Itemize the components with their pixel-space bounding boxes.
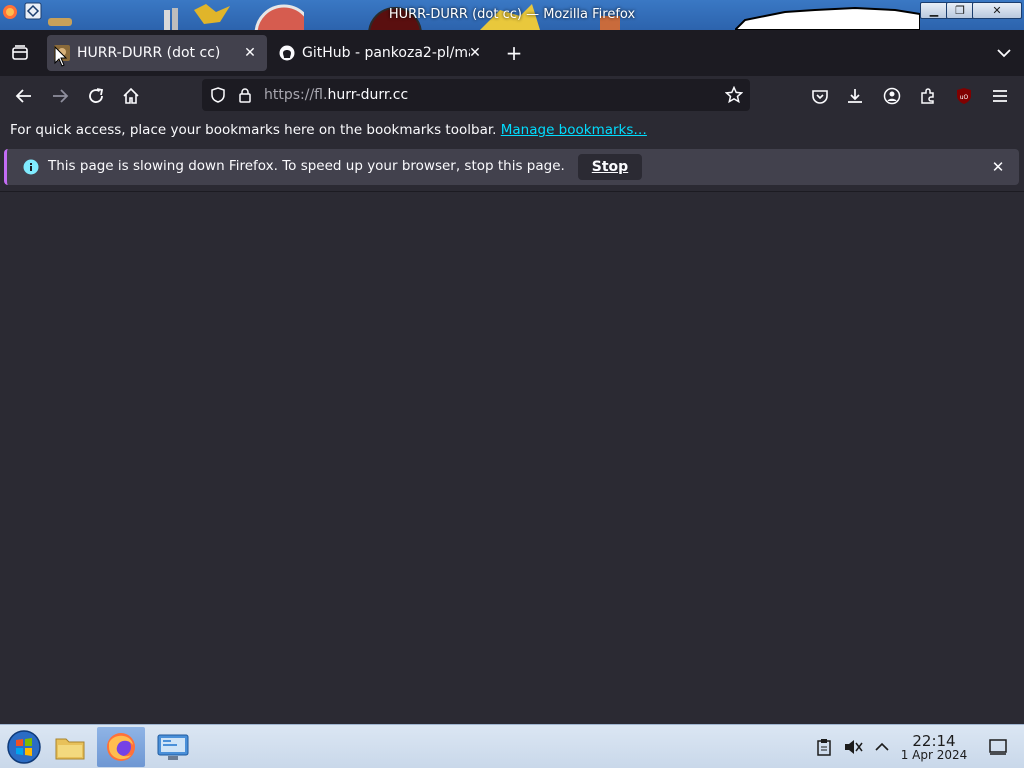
- tab-github[interactable]: GitHub - pankoza2-pl/ma ✕: [272, 35, 490, 71]
- list-all-tabs-button[interactable]: [990, 39, 1018, 67]
- window-titlebar[interactable]: HURR-DURR (dot cc) — Mozilla Firefox ▁ ❐…: [0, 0, 1024, 30]
- new-tab-button[interactable]: +: [500, 39, 528, 67]
- close-window-button[interactable]: ✕: [972, 2, 1022, 19]
- tab-close-button[interactable]: ✕: [241, 44, 259, 62]
- info-icon: [23, 159, 39, 175]
- slow-page-notification: This page is slowing down Firefox. To sp…: [4, 149, 1019, 185]
- home-button[interactable]: [117, 82, 145, 110]
- clipboard-icon: [817, 739, 831, 756]
- pocket-button[interactable]: [806, 82, 834, 110]
- chevron-up-icon: [875, 742, 889, 751]
- url-prefix: https://fl.: [264, 87, 328, 103]
- ublock-shield-icon: uO: [957, 88, 971, 104]
- plus-icon: +: [505, 41, 523, 65]
- hamburger-menu-icon: [993, 90, 1007, 102]
- firefox-taskbar-button[interactable]: [97, 727, 145, 767]
- forward-button[interactable]: [46, 82, 74, 110]
- nav-toolbar: https://fl.hurr-durr.cc uO: [0, 76, 1024, 116]
- os-taskbar: 22:14 1 Apr 2024: [0, 724, 1024, 768]
- svg-text:uO: uO: [960, 94, 969, 101]
- bookmark-star-icon[interactable]: [725, 86, 743, 104]
- window-title: HURR-DURR (dot cc) — Mozilla Firefox: [388, 7, 636, 22]
- maximize-button[interactable]: ❐: [946, 2, 974, 19]
- stop-page-button[interactable]: Stop: [578, 154, 642, 180]
- url-bar[interactable]: https://fl.hurr-durr.cc: [202, 79, 750, 111]
- notification-close-button[interactable]: ✕: [989, 158, 1007, 176]
- account-button[interactable]: [878, 82, 906, 110]
- page-content[interactable]: [0, 191, 1024, 724]
- close-icon: ✕: [991, 158, 1005, 176]
- ublock-origin-button[interactable]: uO: [950, 82, 978, 110]
- tab-hurr-durr[interactable]: HURR-DURR (dot cc) ✕: [47, 35, 267, 71]
- minimize-button[interactable]: ▁: [920, 2, 948, 19]
- bookmarks-empty-message: For quick access, place your bookmarks h…: [10, 122, 647, 138]
- clock-date[interactable]: 1 Apr 2024: [900, 748, 968, 762]
- lock-icon[interactable]: [238, 87, 252, 103]
- show-desktop-button[interactable]: [988, 737, 1008, 757]
- volume-tray-button[interactable]: [843, 737, 863, 757]
- app-menu-button[interactable]: [986, 82, 1014, 110]
- start-orb-icon: [7, 730, 41, 764]
- downloads-button[interactable]: [841, 82, 869, 110]
- minimize-icon: ▁: [929, 4, 939, 17]
- extensions-button[interactable]: [914, 82, 942, 110]
- maximize-icon: ❐: [955, 4, 965, 17]
- home-icon: [123, 87, 139, 104]
- tab-label: GitHub - pankoza2-pl/ma: [302, 45, 470, 61]
- firefox-icon: [107, 733, 135, 761]
- mouse-cursor: [54, 46, 68, 67]
- system-settings-icon: [157, 734, 189, 760]
- back-button[interactable]: [10, 82, 38, 110]
- firefox-view-button[interactable]: [6, 39, 34, 67]
- tab-close-button[interactable]: ✕: [466, 44, 484, 62]
- back-arrow-icon: [15, 89, 31, 103]
- pocket-icon: [812, 90, 828, 104]
- desktop-icon: [989, 739, 1007, 755]
- bookmarks-toolbar: For quick access, place your bookmarks h…: [0, 116, 1024, 144]
- clipboard-tray-button[interactable]: [814, 737, 834, 757]
- notification-message: This page is slowing down Firefox. To sp…: [48, 158, 565, 174]
- folder-icon: [55, 738, 85, 760]
- account-icon: [883, 87, 901, 105]
- volume-muted-icon: [845, 740, 863, 754]
- github-icon: [279, 45, 295, 61]
- reload-button[interactable]: [82, 82, 110, 110]
- show-hidden-icons-button[interactable]: [872, 737, 892, 757]
- manage-bookmarks-link[interactable]: Manage bookmarks…: [501, 122, 647, 138]
- forward-arrow-icon: [53, 89, 69, 103]
- control-panel-taskbar-button[interactable]: [149, 727, 197, 767]
- url-input[interactable]: https://fl.hurr-durr.cc: [264, 87, 408, 103]
- file-manager-taskbar-button[interactable]: [46, 727, 94, 767]
- bookmarks-hint-text: For quick access, place your bookmarks h…: [10, 122, 497, 138]
- start-button[interactable]: [0, 727, 48, 767]
- firefox-view-icon: [12, 45, 28, 60]
- reload-icon: [89, 88, 104, 103]
- tab-label: HURR-DURR (dot cc): [77, 45, 221, 61]
- tracking-protection-shield-icon[interactable]: [210, 87, 226, 103]
- download-icon: [848, 89, 862, 103]
- puzzle-icon: [921, 88, 934, 104]
- chevron-down-icon: [997, 49, 1011, 58]
- close-icon: ✕: [992, 4, 1002, 17]
- url-domain: hurr-durr.cc: [327, 87, 409, 103]
- tab-strip: HURR-DURR (dot cc) ✕ GitHub - pankoza2-p…: [0, 30, 1024, 76]
